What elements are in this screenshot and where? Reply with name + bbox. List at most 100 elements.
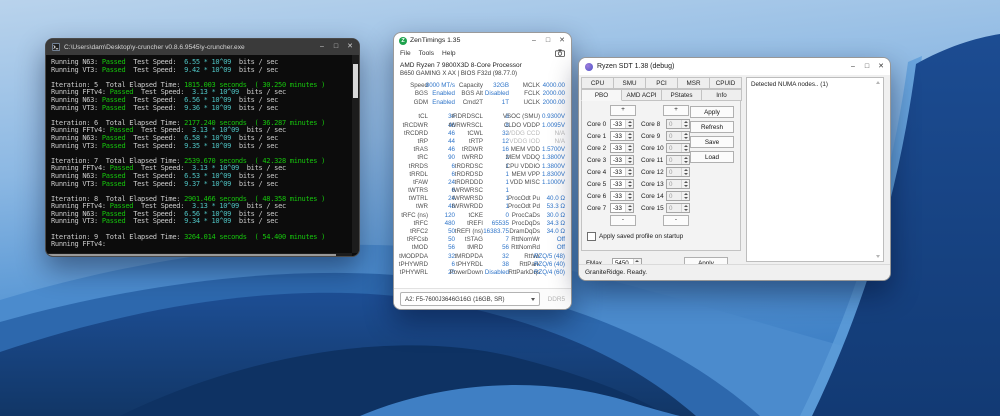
- maximize-icon[interactable]: □: [860, 62, 874, 72]
- load-button[interactable]: Load: [690, 151, 734, 163]
- zt-value: 32GB: [483, 82, 509, 89]
- console-text-segment: Passed: [102, 104, 126, 112]
- close-icon[interactable]: ✕: [555, 36, 569, 46]
- spin-arrows[interactable]: [625, 168, 633, 176]
- apply-button[interactable]: Apply: [690, 106, 734, 118]
- console-text-segment: Running VT3:: [51, 142, 102, 150]
- zt-value: 38: [483, 261, 509, 268]
- spin-arrows[interactable]: [625, 180, 633, 188]
- core-offset-spinner[interactable]: -33: [610, 191, 634, 201]
- console-horizontal-scrollbar[interactable]: [46, 253, 352, 257]
- core-label: Core 9: [641, 133, 666, 140]
- zt-value: N/A: [540, 138, 565, 145]
- menu-help[interactable]: Help: [442, 50, 456, 57]
- zt-label: tRRDS: [400, 163, 428, 170]
- core-label: Core 5: [587, 181, 610, 188]
- minimize-icon[interactable]: –: [846, 62, 860, 72]
- zt-label: tWRWRSC: [455, 187, 483, 194]
- console-text-segment: 3264.014 seconds ( 54.400 minutes ): [184, 233, 325, 241]
- zt-label: RttNomRd: [509, 244, 540, 251]
- console-titlebar[interactable]: C:\Users\dam\Desktop\y-cruncher v0.8.6.9…: [46, 39, 359, 55]
- tab-pci[interactable]: PCI: [645, 77, 678, 89]
- zentimings-titlebar[interactable]: Z ZenTimings 1.35 – □ ✕: [394, 33, 571, 48]
- tab-cpuid[interactable]: CPUID: [709, 77, 742, 89]
- core-offset-value: -33: [611, 132, 625, 140]
- startup-profile-checkbox[interactable]: [587, 232, 596, 241]
- zt-value: 1: [483, 195, 509, 202]
- zt-value: 6: [428, 187, 455, 194]
- zt-value: RZQ/5 (48): [540, 253, 565, 260]
- zt-value: 24: [428, 179, 455, 186]
- core-offset-spinner[interactable]: -33: [610, 203, 634, 213]
- remove-core-right-button[interactable]: -: [663, 215, 689, 226]
- console-horizontal-scrollbar-thumb[interactable]: [48, 254, 336, 257]
- close-icon[interactable]: ✕: [874, 62, 888, 72]
- core-label: Core 10: [641, 145, 666, 152]
- tab-cpu[interactable]: CPU: [581, 77, 614, 89]
- zt-label: tRDRDSCL: [455, 113, 483, 120]
- minimize-icon[interactable]: –: [315, 42, 329, 52]
- zt-row: tPHYWRL20PowerDownDisabledRttParkDqsRZQ/…: [400, 268, 565, 276]
- ryzensdt-titlebar[interactable]: Ryzen SDT 1.38 (debug) – □ ✕: [579, 58, 890, 75]
- maximize-icon[interactable]: □: [541, 36, 555, 46]
- log-panel[interactable]: Detected NUMA nodes.. (1): [746, 77, 884, 262]
- zt-value: 12: [483, 138, 509, 145]
- spin-arrows[interactable]: [625, 156, 633, 164]
- spin-arrows[interactable]: [625, 120, 633, 128]
- console-text-segment: Passed: [102, 66, 126, 74]
- core-offset-value: -33: [611, 204, 625, 212]
- zt-label: tPHYRDL: [455, 261, 483, 268]
- zt-value: 4000.00: [540, 82, 565, 89]
- console-vertical-scrollbar[interactable]: [352, 55, 359, 253]
- status-text: GraniteRidge. Ready.: [585, 269, 647, 276]
- spin-arrows[interactable]: [625, 192, 633, 200]
- core-offset-spinner[interactable]: -33: [610, 143, 634, 153]
- core-offset-spinner[interactable]: -33: [610, 119, 634, 129]
- console-vertical-scrollbar-thumb[interactable]: [353, 64, 358, 98]
- core-offset-spinner[interactable]: -33: [610, 179, 634, 189]
- close-icon[interactable]: ✕: [343, 42, 357, 52]
- core-offset-spinner[interactable]: -33: [610, 167, 634, 177]
- core-label: Core 13: [641, 181, 666, 188]
- chevron-down-icon: [531, 298, 535, 301]
- spin-arrows[interactable]: [625, 144, 633, 152]
- zt-row: Speed8000 MT/sCapacity32GBMCLK4000.00: [400, 81, 565, 90]
- add-core-right-button[interactable]: +: [663, 105, 689, 116]
- save-button[interactable]: Save: [690, 136, 734, 148]
- desktop: C:\Users\dam\Desktop\y-cruncher v0.8.6.9…: [0, 0, 1000, 416]
- core-offset-spinner[interactable]: -33: [610, 131, 634, 141]
- zt-label: tWTRS: [400, 187, 428, 194]
- maximize-icon[interactable]: □: [329, 42, 343, 52]
- zt-value: 56: [483, 244, 509, 251]
- core-offset-spinner[interactable]: -33: [610, 155, 634, 165]
- spin-arrows: [681, 180, 689, 188]
- zt-value: 40.0 Ω: [540, 195, 565, 202]
- menu-tools[interactable]: Tools: [419, 50, 434, 57]
- minimize-icon[interactable]: –: [527, 36, 541, 46]
- zt-value: 50: [428, 236, 455, 243]
- scroll-down-icon[interactable]: [876, 255, 880, 258]
- zt-value: 1.8300V: [540, 171, 565, 178]
- scroll-up-icon[interactable]: [876, 81, 880, 84]
- add-core-left-button[interactable]: +: [610, 105, 636, 116]
- zentimings-app-icon: Z: [399, 37, 407, 45]
- core-offset-value: -33: [611, 168, 625, 176]
- screenshot-camera-icon[interactable]: [555, 49, 565, 57]
- console-body: Running N63: Passed Test Speed: 6.55 * 1…: [46, 55, 359, 257]
- refresh-button[interactable]: Refresh: [690, 121, 734, 133]
- core-row: Core 6-33Core 140: [582, 190, 740, 202]
- zt-row: tRFC250tREFI (ns)16383.75DramDqDs34.0 Ω: [400, 227, 565, 235]
- cmd-icon: [52, 43, 60, 51]
- zentimings-statusbar: A2: F5-7600J3646G16G (16GB, SR) DDR5: [394, 288, 571, 309]
- spin-arrows[interactable]: [625, 204, 633, 212]
- dimm-select-dropdown[interactable]: A2: F5-7600J3646G16G (16GB, SR): [400, 292, 540, 306]
- console-text-segment: Test Speed:: [125, 104, 184, 112]
- core-offset-value: 0: [667, 168, 681, 176]
- tab-pbo[interactable]: PBO: [581, 89, 622, 101]
- tab-msr[interactable]: MSR: [677, 77, 710, 89]
- tab-smu[interactable]: SMU: [613, 77, 646, 89]
- spin-arrows[interactable]: [625, 132, 633, 140]
- zt-row: tCL34tRDRDSCL8VSOC (SMU)0.9300V: [400, 113, 565, 121]
- remove-core-left-button[interactable]: -: [610, 215, 636, 226]
- menu-file[interactable]: File: [400, 50, 411, 57]
